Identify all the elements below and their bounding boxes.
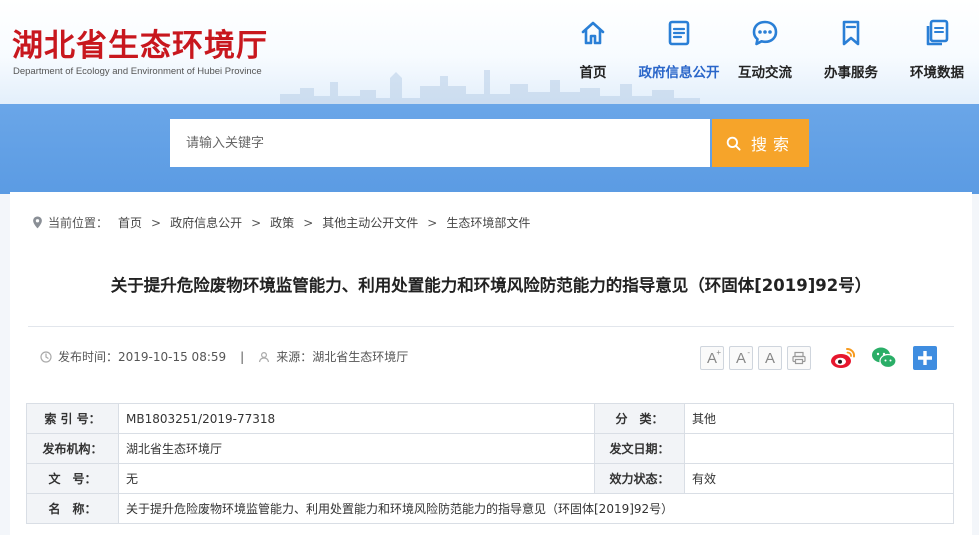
doc-no-value: 无 bbox=[118, 463, 595, 494]
nav-label: 办事服务 bbox=[824, 65, 878, 81]
chat-icon bbox=[752, 20, 778, 46]
user-source-icon bbox=[259, 351, 270, 362]
breadcrumb-separator: > bbox=[251, 215, 262, 230]
name-label: 名 称： bbox=[26, 493, 119, 524]
clock-icon bbox=[40, 350, 52, 363]
publish-time: 发布时间：2019-10-15 08:59 bbox=[58, 350, 227, 364]
status-value: 有效 bbox=[684, 463, 954, 494]
publisher-value: 湖北省生态环境厅 bbox=[118, 433, 595, 464]
table-row: 文 号： 无 效力状态： 有效 bbox=[26, 463, 954, 494]
breadcrumb-item-policy[interactable]: 政策 bbox=[270, 214, 294, 231]
meta-separator: | bbox=[240, 349, 245, 364]
breadcrumb-separator: > bbox=[427, 215, 438, 230]
breadcrumb-item-home[interactable]: 首页 bbox=[118, 214, 142, 231]
category-value: 其他 bbox=[684, 403, 954, 434]
breadcrumb-separator: > bbox=[303, 215, 314, 230]
breadcrumb-prefix: 当前位置： bbox=[48, 216, 109, 230]
breadcrumb-item-other-files[interactable]: 其他主动公开文件 bbox=[322, 214, 418, 231]
nav-services[interactable]: 办事服务 bbox=[808, 18, 894, 81]
search-input[interactable] bbox=[170, 119, 710, 167]
article-tools: A + A- A bbox=[700, 344, 939, 372]
document-icon bbox=[668, 20, 690, 46]
font-increase-button[interactable]: A + bbox=[700, 346, 724, 370]
nav-gov-info[interactable]: 政府信息公开 bbox=[636, 18, 722, 81]
nav-label: 互动交流 bbox=[738, 65, 792, 81]
doc-no-label: 文 号： bbox=[26, 463, 119, 494]
doc-date-label: 发文日期： bbox=[594, 433, 685, 464]
search-button[interactable]: 搜索 bbox=[712, 119, 809, 167]
doc-date-value bbox=[684, 433, 954, 464]
font-button-glyph: A bbox=[735, 349, 746, 367]
breadcrumb-separator: > bbox=[151, 215, 162, 230]
table-row: 名 称： 关于提升危险废物环境监管能力、利用处置能力和环境风险防范能力的指导意见… bbox=[26, 493, 954, 524]
category-label: 分 类： bbox=[594, 403, 685, 434]
breadcrumb: 当前位置： 首页 > 政府信息公开 > 政策 > 其他主动公开文件 > 生态环境… bbox=[32, 214, 530, 231]
article-meta: 发布时间：2019-10-15 08:59 | 来源：湖北省生态环境厅 bbox=[40, 348, 408, 365]
table-row: 发布机构： 湖北省生态环境厅 发文日期： bbox=[26, 433, 954, 464]
share-wechat-button[interactable] bbox=[870, 344, 898, 372]
location-pin-icon bbox=[33, 216, 42, 229]
print-button[interactable] bbox=[787, 346, 811, 370]
document-info-table: 索 引 号： MB1803251/2019-77318 分 类： 其他 发布机构… bbox=[26, 403, 954, 524]
font-button-sup: + bbox=[716, 348, 721, 357]
share-weibo-button[interactable] bbox=[829, 344, 857, 372]
publisher-label: 发布机构： bbox=[26, 433, 119, 464]
weibo-icon bbox=[831, 348, 856, 368]
name-value: 关于提升危险废物环境监管能力、利用处置能力和环境风险防范能力的指导意见（环固体[… bbox=[118, 493, 954, 524]
search-banner: 搜索 bbox=[0, 104, 979, 194]
home-icon bbox=[581, 21, 605, 45]
table-row: 索 引 号： MB1803251/2019-77318 分 类： 其他 bbox=[26, 403, 954, 434]
nav-label: 环境数据 bbox=[910, 65, 964, 81]
nav-label: 首页 bbox=[579, 65, 607, 81]
status-label: 效力状态： bbox=[594, 463, 685, 494]
index-value: MB1803251/2019-77318 bbox=[118, 403, 595, 434]
main-nav: 首页 政府信息公开 互动交流 办事服务 环境数据 bbox=[550, 18, 979, 81]
share-more-button[interactable] bbox=[911, 344, 939, 372]
data-copy-icon bbox=[926, 19, 949, 46]
font-button-sup: - bbox=[747, 348, 750, 357]
nav-interaction[interactable]: 互动交流 bbox=[722, 18, 808, 81]
plus-share-icon bbox=[913, 346, 937, 370]
font-button-glyph: A bbox=[764, 349, 775, 367]
nav-env-data[interactable]: 环境数据 bbox=[894, 18, 979, 81]
bookmark-icon bbox=[842, 20, 860, 46]
search-button-label: 搜索 bbox=[750, 135, 795, 154]
nav-label: 政府信息公开 bbox=[638, 65, 720, 81]
site-logo-subtitle: Department of Ecology and Environment of… bbox=[13, 66, 262, 77]
nav-home[interactable]: 首页 bbox=[550, 18, 636, 81]
wechat-icon bbox=[872, 347, 897, 369]
article-card: 当前位置： 首页 > 政府信息公开 > 政策 > 其他主动公开文件 > 生态环境… bbox=[10, 192, 972, 535]
article-source: 来源：湖北省生态环境厅 bbox=[276, 350, 409, 364]
font-decrease-button[interactable]: A- bbox=[729, 346, 753, 370]
site-logo-title[interactable]: 湖北省生态环境厅 bbox=[12, 20, 268, 65]
index-label: 索 引 号： bbox=[26, 403, 119, 434]
site-header: 湖北省生态环境厅 Department of Ecology and Envir… bbox=[0, 0, 979, 104]
breadcrumb-item-gov-info[interactable]: 政府信息公开 bbox=[170, 214, 242, 231]
article-title: 关于提升危险废物环境监管能力、利用处置能力和环境风险防范能力的指导意见（环固体[… bbox=[110, 276, 872, 295]
print-icon bbox=[792, 351, 806, 365]
search-icon bbox=[726, 136, 741, 151]
breadcrumb-item-ministry-files[interactable]: 生态环境部文件 bbox=[446, 214, 530, 231]
title-divider bbox=[28, 326, 954, 327]
font-default-button[interactable]: A bbox=[758, 346, 782, 370]
